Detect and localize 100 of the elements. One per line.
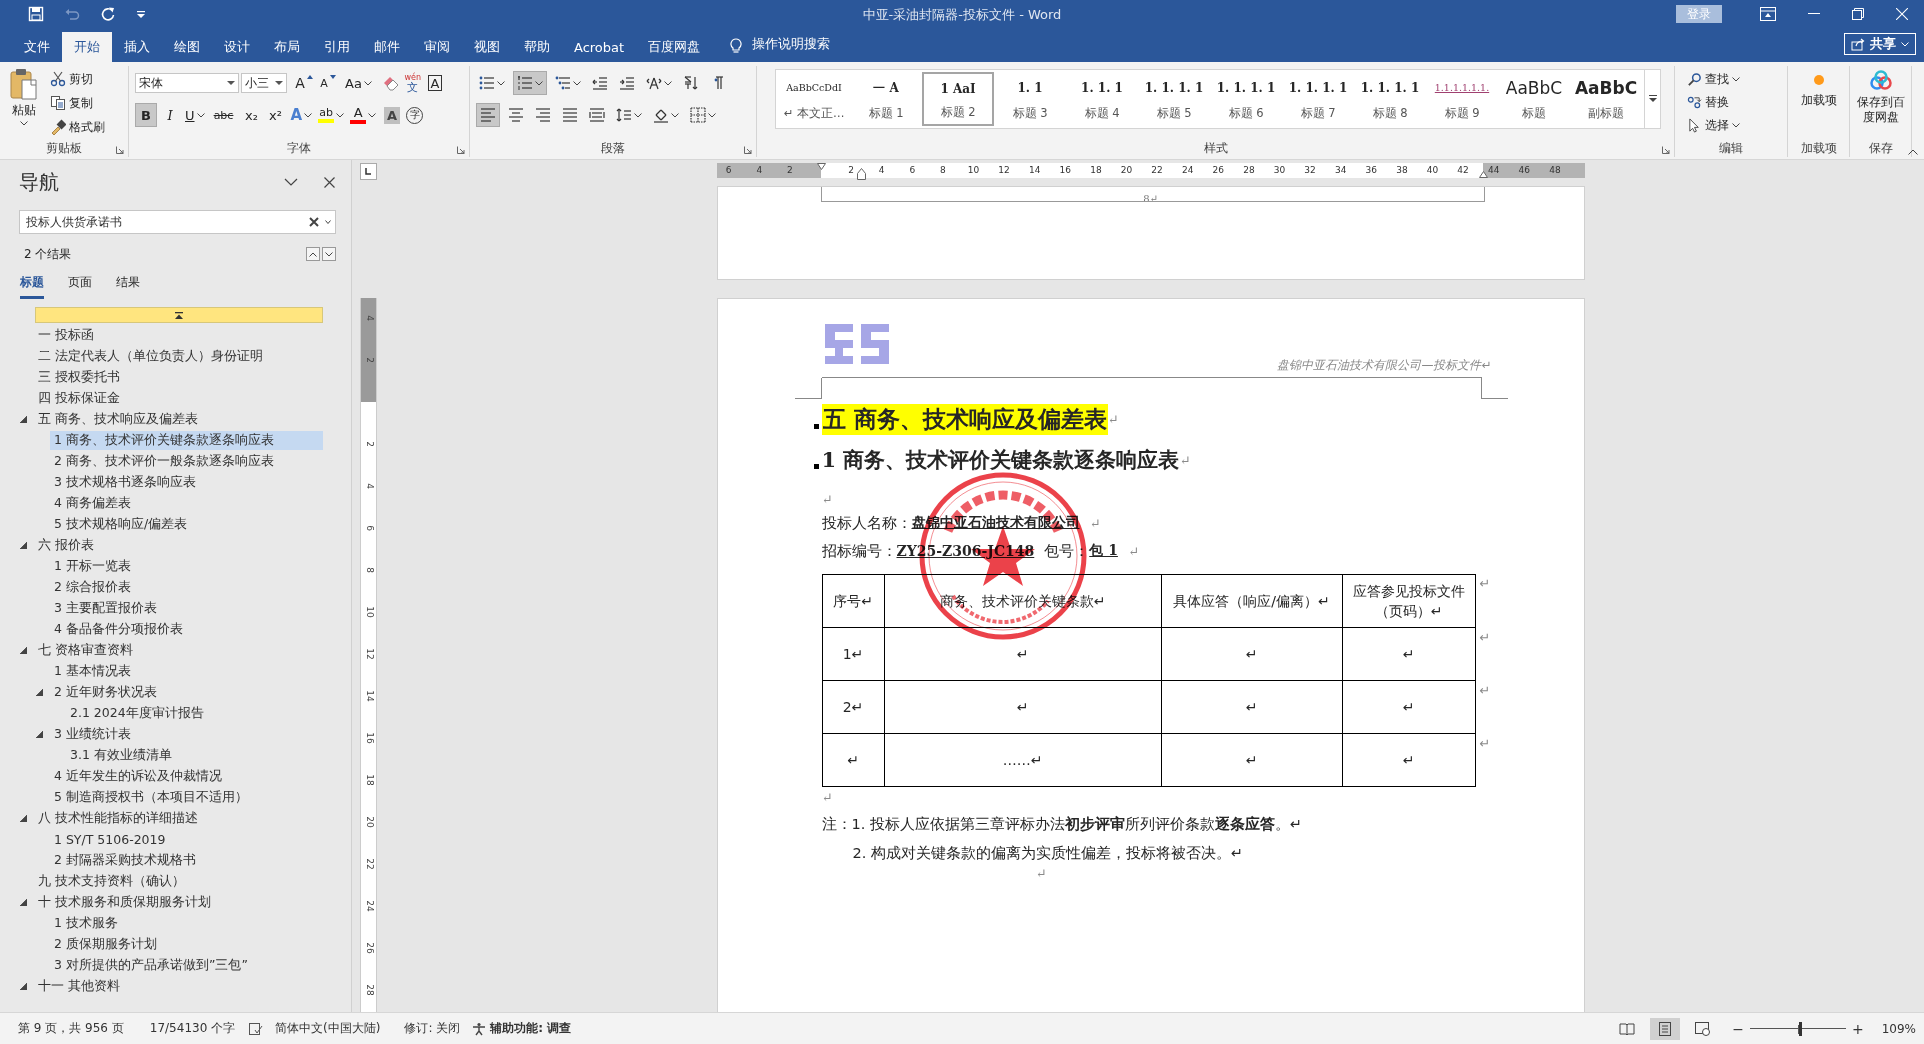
- grow-font-button[interactable]: A: [293, 71, 315, 95]
- print-layout-button[interactable]: [1650, 1017, 1681, 1040]
- font-name-field[interactable]: 宋体: [135, 73, 239, 93]
- outline-item[interactable]: 2 近年财务状况表: [50, 683, 161, 702]
- highlight-color-button[interactable]: ab: [316, 103, 347, 127]
- cut-button[interactable]: 剪切: [48, 68, 107, 90]
- find-button[interactable]: 查找: [1685, 68, 1777, 90]
- dialog-launcher-icon[interactable]: [457, 146, 465, 154]
- outline-item[interactable]: 五 商务、技术响应及偏差表: [34, 410, 202, 429]
- minimize-icon[interactable]: [1808, 13, 1820, 15]
- expanded-triangle-icon[interactable]: [20, 416, 27, 423]
- ribbon-tab[interactable]: 绘图: [162, 32, 212, 62]
- outline-item[interactable]: 2 综合报价表: [50, 578, 135, 597]
- expanded-triangle-icon[interactable]: [36, 731, 43, 738]
- zoom-out-button[interactable]: −: [1732, 1020, 1744, 1037]
- accessibility-status[interactable]: 辅助功能: 调查: [490, 1020, 572, 1037]
- style-item[interactable]: 1. 1. 1. 1 标题 5: [1138, 72, 1210, 126]
- expanded-triangle-icon[interactable]: [20, 542, 27, 549]
- copy-button[interactable]: 复制: [48, 92, 107, 114]
- style-item[interactable]: 1. 1. 1. 1 标题 8: [1354, 72, 1426, 126]
- language-status[interactable]: 简体中文(中国大陆): [275, 1020, 381, 1037]
- left-indent-marker[interactable]: [856, 168, 866, 180]
- format-button[interactable]: I: [159, 103, 181, 127]
- word-count[interactable]: 17/54130 个字: [149, 1020, 236, 1037]
- restore-icon[interactable]: [1852, 8, 1864, 20]
- outline-item[interactable]: 4 近年发生的诉讼及仲裁情况: [50, 767, 226, 786]
- dialog-launcher-icon[interactable]: [116, 146, 124, 154]
- outline-item[interactable]: 2.1 2024年度审计报告: [66, 704, 208, 723]
- outline-item[interactable]: 3 技术规格书逐条响应表: [50, 473, 200, 492]
- expanded-triangle-icon[interactable]: [20, 647, 27, 654]
- style-item[interactable]: 1.1.1.1.1.1. 标题 9: [1426, 72, 1498, 126]
- pane-tab[interactable]: 结果: [116, 274, 140, 299]
- previous-result-button[interactable]: [306, 247, 320, 261]
- style-item[interactable]: AaBbCcDdI ↵ 本文正…: [778, 72, 850, 126]
- ribbon-tab[interactable]: 开始: [62, 32, 112, 62]
- format-painter-button[interactable]: 格式刷: [48, 116, 107, 138]
- outline-item[interactable]: 九 技术支持资料（确认）: [34, 872, 189, 891]
- font-size-field[interactable]: 小三: [241, 73, 287, 93]
- outline-item[interactable]: 三 授权委托书: [34, 368, 124, 387]
- outline-item[interactable]: 4 备品备件分项报价表: [50, 620, 187, 639]
- format-button[interactable]: x²: [264, 103, 287, 127]
- strikethrough-button[interactable]: abc: [208, 103, 239, 127]
- outline-item[interactable]: 1 SY/T 5106-2019: [50, 830, 170, 849]
- font-color-button[interactable]: A: [348, 103, 379, 127]
- next-result-button[interactable]: [322, 247, 336, 261]
- first-line-indent-marker[interactable]: [816, 163, 826, 170]
- ribbon-tab[interactable]: Acrobat: [562, 32, 637, 62]
- caret-icon[interactable]: [325, 220, 331, 224]
- shrink-font-button[interactable]: A: [317, 71, 339, 95]
- outline-item[interactable]: 5 技术规格响应/偏差表: [50, 515, 192, 534]
- outline-item[interactable]: 1 技术服务: [50, 914, 122, 933]
- tab-selector-icon[interactable]: [360, 163, 377, 180]
- phonetic-guide-button[interactable]: wén 文: [401, 71, 424, 95]
- save-icon[interactable]: [26, 4, 46, 24]
- outline-item[interactable]: 3 对所提供的产品承诺做到”三包”: [50, 956, 252, 975]
- outline-item[interactable]: 5 制造商授权书（本项目不适用）: [50, 788, 252, 807]
- clear-icon[interactable]: [309, 217, 319, 227]
- ribbon-tab[interactable]: 邮件: [362, 32, 412, 62]
- outline-item[interactable]: 十 技术服务和质保期服务计划: [34, 893, 215, 912]
- style-item[interactable]: AaBbC 标题: [1498, 72, 1570, 126]
- underline-button[interactable]: U: [183, 103, 207, 127]
- align-left-button[interactable]: [476, 103, 500, 127]
- pane-tab[interactable]: 页面: [68, 274, 92, 299]
- outline-item[interactable]: 3 主要配置报价表: [50, 599, 161, 618]
- ribbon-display-icon[interactable]: [1760, 7, 1776, 21]
- text-effects-button[interactable]: A: [288, 103, 315, 127]
- character-border-button[interactable]: A: [427, 75, 442, 91]
- ribbon-tab[interactable]: 布局: [262, 32, 312, 62]
- ribbon-tab[interactable]: 审阅: [412, 32, 462, 62]
- outline-item[interactable]: 2 质保期服务计划: [50, 935, 161, 954]
- outline-item[interactable]: 1 基本情况表: [50, 662, 135, 681]
- ribbon-tab[interactable]: 视图: [462, 32, 512, 62]
- format-button[interactable]: B: [135, 103, 157, 127]
- style-item[interactable]: 1. 1. 1. 1 标题 6: [1210, 72, 1282, 126]
- chevron-down-icon[interactable]: [284, 178, 298, 186]
- dialog-launcher-icon[interactable]: [1662, 146, 1670, 154]
- expanded-triangle-icon[interactable]: [36, 689, 43, 696]
- outline-item[interactable]: 二 法定代表人（单位负责人）身份证明: [34, 347, 267, 366]
- ribbon-tab[interactable]: 引用: [312, 32, 362, 62]
- accessibility-icon[interactable]: [472, 1021, 487, 1036]
- numbered-list-button[interactable]: [513, 71, 547, 95]
- outline-item[interactable]: 七 资格审查资料: [34, 641, 137, 660]
- outline-item[interactable]: 十一 其他资料: [34, 977, 124, 996]
- style-item[interactable]: 1. 1. 1 标题 4: [1066, 72, 1138, 126]
- add-ins-button[interactable]: 加载项: [1788, 66, 1849, 139]
- expanded-triangle-icon[interactable]: [20, 815, 27, 822]
- outline-item[interactable]: 六 报价表: [34, 536, 98, 555]
- slider-thumb[interactable]: [1798, 1021, 1802, 1036]
- zoom-level[interactable]: 109%: [1881, 1021, 1916, 1036]
- share-button[interactable]: 共享: [1844, 33, 1916, 55]
- paste-button[interactable]: 粘贴: [4, 68, 44, 138]
- zoom-in-button[interactable]: +: [1851, 1020, 1864, 1037]
- dialog-launcher-icon[interactable]: [744, 146, 752, 154]
- ribbon-tab[interactable]: 百度网盘: [636, 32, 713, 62]
- ribbon-tab[interactable]: 帮助: [512, 32, 562, 62]
- outline-item[interactable]: 四 投标保证金: [34, 389, 124, 408]
- outline-item[interactable]: 3 业绩统计表: [50, 725, 135, 744]
- outline-item[interactable]: 3.1 有效业绩清单: [66, 746, 176, 765]
- gallery-more-button[interactable]: [1645, 69, 1661, 129]
- outline-item[interactable]: 1 商务、技术评价关键条款逐条响应表: [50, 431, 323, 450]
